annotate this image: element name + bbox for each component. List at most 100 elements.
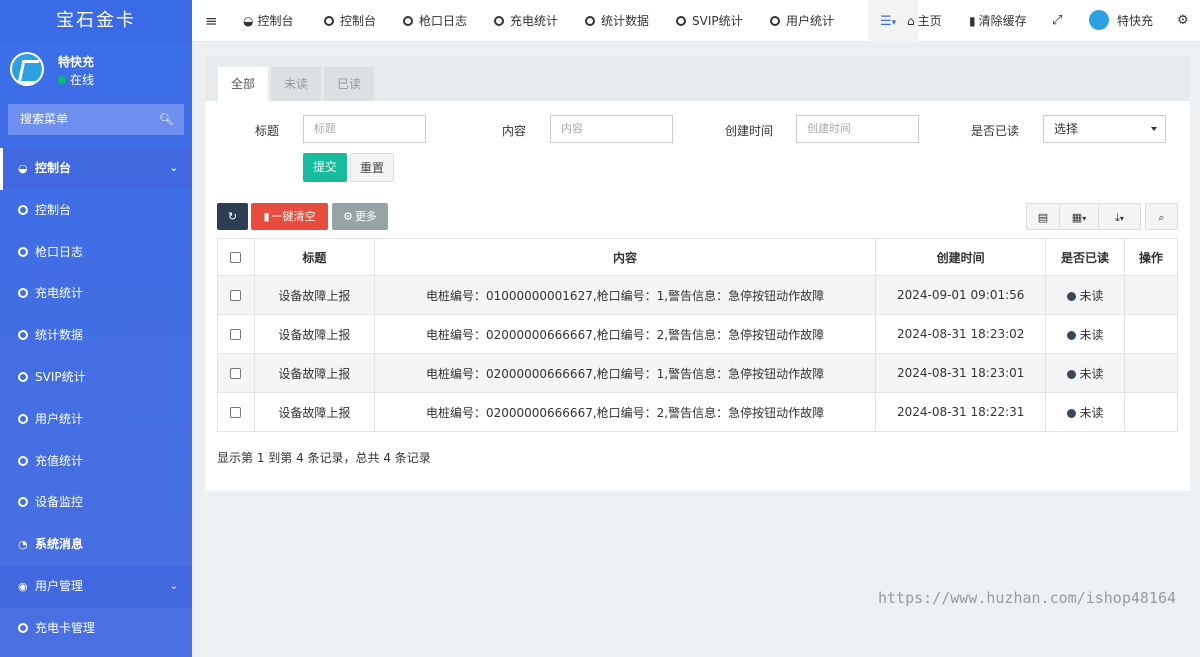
user-panel: 特快充 在线 xyxy=(0,42,192,94)
unread-dot-icon xyxy=(1066,408,1076,418)
rss-icon: ◔ xyxy=(18,538,28,552)
sidebar-item-label: 用户管理 xyxy=(35,578,84,593)
topbar: ≡ ◒ 控制台 控制台 枪口日志 充电统计 统计数据 SVIP统计 用户统计 ☰▾… xyxy=(192,0,1200,42)
cell-content: 电桩编号：02000000666667,枪口编号：2,警告信息：急停按钮动作故障 xyxy=(373,392,877,432)
refresh-icon: ↻ xyxy=(227,210,238,223)
clear-all-button[interactable]: ▮ 一键清空 xyxy=(251,203,328,230)
export-button[interactable]: ⤓▾ xyxy=(1098,203,1141,230)
settings-gear-icon[interactable]: ⚙ xyxy=(1177,0,1189,42)
sidebar-group-dashboard[interactable]: ◒ 控制台 ⌄ xyxy=(0,148,192,190)
app-logo-icon xyxy=(12,54,42,84)
tab-charge-stats[interactable]: 充电统计 xyxy=(494,0,558,42)
circle-icon xyxy=(585,16,595,26)
cell-title: 设备故障上报 xyxy=(253,314,375,354)
user-menu[interactable]: 特快充 xyxy=(1089,0,1153,42)
tab-all[interactable]: 全部 xyxy=(218,67,268,101)
refresh-button[interactable]: ↻ xyxy=(217,203,248,230)
cell-actions xyxy=(1124,314,1178,354)
content-label: 内容 xyxy=(502,124,527,138)
row-checkbox[interactable] xyxy=(230,407,242,418)
brand-title[interactable]: 宝石金卡 xyxy=(0,0,192,42)
sidebar-item-label: 设备监控 xyxy=(35,495,84,510)
fullscreen-icon[interactable]: ⤢ xyxy=(1052,0,1062,42)
cell-title: 设备故障上报 xyxy=(253,392,375,432)
cell-actions xyxy=(1124,275,1178,315)
home-link[interactable]: ⌂ 主页 xyxy=(907,0,942,42)
is-read-select[interactable]: 选择 xyxy=(1043,115,1166,143)
unread-dot-icon xyxy=(1066,369,1076,379)
sidebar-group-user-management[interactable]: ◉ 用户管理 ⌄ xyxy=(0,565,192,608)
title-input[interactable]: 标题 xyxy=(303,115,426,143)
select-all-checkbox[interactable] xyxy=(230,252,242,263)
table-row: 设备故障上报 电桩编号：01000000001627,枪口编号：1,警告信息：急… xyxy=(217,275,1178,315)
sidebar-item-charge-card[interactable]: 充电卡管理 xyxy=(0,608,192,650)
circle-icon xyxy=(18,497,28,508)
menu-toggle-icon[interactable]: ≡ xyxy=(205,0,218,42)
cell-read: 未读 xyxy=(1045,392,1126,432)
search-icon: ⌕ xyxy=(1158,211,1165,224)
toggle-view-button[interactable]: ▤ xyxy=(1026,203,1060,230)
sidebar-item-user-stats[interactable]: 用户统计 xyxy=(0,399,192,441)
tab-svip-stats[interactable]: SVIP统计 xyxy=(676,0,743,42)
clear-cache-label: 清除缓存 xyxy=(978,14,1027,28)
sidebar-item-label: 统计数据 xyxy=(35,328,84,343)
tab-dashboard[interactable]: 控制台 xyxy=(324,0,376,42)
tab-user-stats[interactable]: 用户统计 xyxy=(770,0,834,42)
row-select-cell xyxy=(217,392,255,432)
columns-button[interactable]: ▦▾ xyxy=(1059,203,1099,230)
cell-created: 2024-08-31 18:23:01 xyxy=(875,353,1047,393)
menu-search-input[interactable]: 搜索菜单 🔍︎ xyxy=(8,104,184,135)
sidebar-item-charge-stats[interactable]: 充电统计 xyxy=(0,273,192,315)
search-icon[interactable]: 🔍︎ xyxy=(159,104,174,135)
user-circle-icon: ◉ xyxy=(18,579,28,593)
home-icon: ⌂ xyxy=(907,14,915,28)
table-row: 设备故障上报 电桩编号：02000000666667,枪口编号：1,警告信息：急… xyxy=(217,353,1178,393)
clear-all-label: 一键清空 xyxy=(271,210,316,223)
select-all-cell xyxy=(217,238,255,276)
sidebar-item-recharge-stats[interactable]: 充值统计 xyxy=(0,441,192,483)
sidebar-item-system-messages[interactable]: ◔ 系统消息 xyxy=(0,524,192,566)
content-input[interactable]: 内容 xyxy=(550,115,673,143)
row-select-cell xyxy=(217,275,255,315)
tab-dashboard-main[interactable]: ◒ 控制台 xyxy=(243,0,294,42)
more-button[interactable]: ⚙ 更多 xyxy=(332,203,388,230)
tab-gun-log[interactable]: 枪口日志 xyxy=(403,0,467,42)
clear-cache-button[interactable]: ▮ 清除缓存 xyxy=(969,0,1027,42)
sidebar-item-label: 用户统计 xyxy=(35,411,84,426)
circle-icon xyxy=(324,16,334,26)
avatar xyxy=(10,52,44,86)
tab-label: SVIP统计 xyxy=(692,14,743,28)
sidebar-item-label: SVIP统计 xyxy=(35,369,86,384)
sidebar-item-label: 充电卡管理 xyxy=(35,620,96,635)
reset-button[interactable]: 重置 xyxy=(350,153,394,182)
sidebar-item-label: 枪口日志 xyxy=(35,244,84,259)
circle-icon xyxy=(770,16,780,26)
sidebar-item-label: 控制台 xyxy=(35,161,72,175)
row-checkbox[interactable] xyxy=(230,329,242,340)
row-checkbox[interactable] xyxy=(230,290,242,301)
sidebar-item-svip-stats[interactable]: SVIP统计 xyxy=(0,357,192,399)
submit-button[interactable]: 提交 xyxy=(303,153,347,182)
sidebar-item-gun-log[interactable]: 枪口日志 xyxy=(0,232,192,274)
trash-icon: ▮ xyxy=(969,14,976,28)
cell-read: 未读 xyxy=(1045,275,1126,315)
created-time-input[interactable]: 创建时间 xyxy=(796,115,919,143)
column-header-title[interactable]: 标题 xyxy=(253,238,375,276)
search-toggle-button[interactable]: ⌕ xyxy=(1145,203,1178,230)
sidebar-item-dashboard[interactable]: 控制台 xyxy=(0,190,192,232)
row-checkbox[interactable] xyxy=(230,368,242,379)
tab-unread[interactable]: 未读 xyxy=(271,67,321,101)
column-header-created[interactable]: 创建时间 xyxy=(875,238,1047,276)
sidebar-item-device-monitor[interactable]: 设备监控 xyxy=(0,482,192,524)
column-header-content[interactable]: 内容 xyxy=(373,238,877,276)
tab-read[interactable]: 已读 xyxy=(324,67,374,101)
sidebar-item-stats-data[interactable]: 统计数据 xyxy=(0,315,192,357)
circle-icon xyxy=(494,16,504,26)
row-select-cell xyxy=(217,314,255,354)
sidebar-item-label: 控制台 xyxy=(35,202,72,217)
cell-actions xyxy=(1124,353,1178,393)
column-header-read[interactable]: 是否已读 xyxy=(1045,238,1126,276)
tab-stats-data[interactable]: 统计数据 xyxy=(585,0,649,42)
tab-label: 控制台 xyxy=(257,14,294,28)
created-time-label: 创建时间 xyxy=(725,124,774,138)
